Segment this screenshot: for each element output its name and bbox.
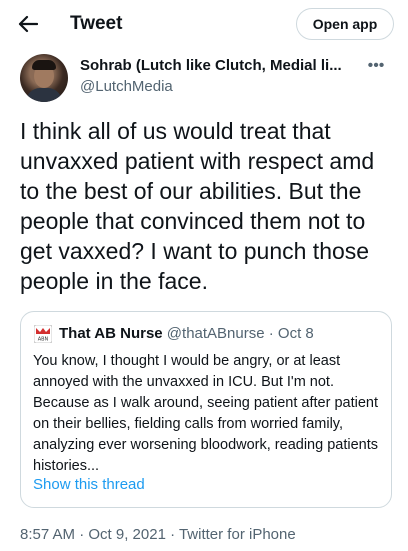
page-title: Tweet (70, 13, 123, 34)
quoted-author-handle: @thatABnurse (166, 325, 265, 342)
arrow-left-icon (18, 15, 38, 33)
quoted-author-name: That AB Nurse (59, 325, 163, 342)
author-handle[interactable]: @LutchMedia (80, 77, 173, 97)
quoted-tweet-text: You know, I thought I would be angry, or… (33, 353, 378, 474)
tweet-text: I think all of us would treat that unvax… (20, 118, 375, 294)
quoted-date: Oct 8 (277, 325, 314, 342)
show-thread-link[interactable]: Show this thread (33, 475, 145, 495)
more-dots-icon[interactable]: ••• (364, 58, 388, 74)
quoted-separator: · (264, 325, 278, 342)
quoted-tweet-header: That AB Nurse @thatABnurse · Oct 8 (59, 324, 379, 344)
top-bar: Tweet Open app (0, 0, 408, 48)
tweet-timestamp[interactable]: 8:57 AM · Oct 9, 2021 · Twitter for iPho… (20, 525, 296, 545)
quoted-avatar-logo: ABN (34, 325, 52, 343)
quoted-avatar: ABN (34, 325, 52, 343)
quoted-tweet[interactable]: ABN That AB Nurse @thatABnurse · Oct 8 Y… (20, 311, 392, 508)
avatar[interactable] (20, 54, 68, 102)
open-app-button[interactable]: Open app (296, 8, 394, 40)
back-button[interactable] (14, 12, 42, 36)
svg-text:ABN: ABN (38, 337, 49, 343)
author-name[interactable]: Sohrab (Lutch like Clutch, Medial li... (80, 56, 350, 76)
